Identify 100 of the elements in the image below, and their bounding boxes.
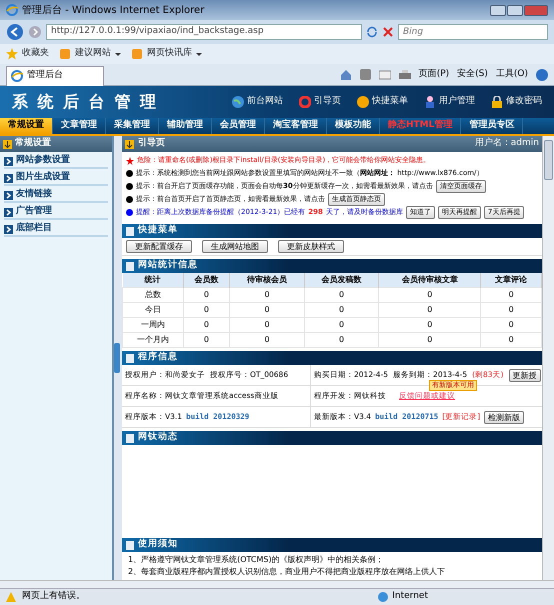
document-icon xyxy=(126,262,134,270)
table-cell: 0 xyxy=(304,302,379,318)
nav-tab[interactable]: 会员管理 xyxy=(212,118,265,134)
section-title: 网站统计信息 xyxy=(138,259,198,272)
header-link[interactable]: 修改密码 xyxy=(506,95,542,109)
nav-tab[interactable]: 淘宝客管理 xyxy=(265,118,327,134)
bullet-icon xyxy=(126,196,133,203)
check-version-button[interactable]: 检测新版 xyxy=(484,410,524,424)
sidebar-link[interactable]: 底部栏目 xyxy=(16,222,52,236)
mail-icon[interactable] xyxy=(378,68,391,80)
table-cell: 0 xyxy=(230,318,304,332)
forward-icon[interactable] xyxy=(28,25,42,39)
table-cell: 0 xyxy=(304,332,379,348)
scrollbar-thumb[interactable] xyxy=(544,140,553,180)
renew-button[interactable]: 更新授 xyxy=(508,368,540,382)
nav-tab[interactable]: 管理员专区 xyxy=(461,118,524,134)
sidebar-heading: 常规设置 xyxy=(15,137,51,150)
chevron-icon[interactable] xyxy=(4,208,13,216)
maximize-button[interactable] xyxy=(507,4,523,16)
back-icon[interactable] xyxy=(6,23,24,41)
document-icon xyxy=(126,354,134,362)
command-menu[interactable]: 安全(S) xyxy=(457,68,488,82)
quick-button[interactable]: 更新皮肤样式 xyxy=(278,240,344,253)
table-cell: 0 xyxy=(183,332,230,348)
table-cell: 0 xyxy=(230,302,304,318)
horizontal-scrollbar[interactable] xyxy=(0,580,554,588)
refresh-icon[interactable] xyxy=(366,26,378,38)
app-title: 系 统 后 台 管 理 xyxy=(12,92,158,112)
command-menu[interactable]: 页面(P) xyxy=(418,68,450,82)
sidebar-link[interactable]: 图片生成设置 xyxy=(16,171,70,185)
nav-tab[interactable]: 辅助管理 xyxy=(159,118,212,134)
window-title: 管理后台 - Windows Internet Explorer xyxy=(22,4,204,18)
stop-icon[interactable] xyxy=(382,26,394,38)
address-field[interactable]: http://127.0.0.1:99/vipaxiao/ind_backstage.asp xyxy=(46,24,362,40)
warning-icon xyxy=(6,592,16,602)
globe-icon xyxy=(232,96,244,108)
bullet-icon xyxy=(126,170,133,177)
bullet-icon xyxy=(126,209,133,216)
close-button[interactable] xyxy=(524,4,548,16)
table-cell: 总数 xyxy=(122,288,184,302)
nav-tab[interactable]: 文章管理 xyxy=(53,118,106,134)
table-cell: 0 xyxy=(183,302,230,318)
column-header: 待审核会员 xyxy=(230,273,304,288)
table-cell: 0 xyxy=(378,332,481,348)
favorites-link[interactable]: 收藏夹 xyxy=(22,47,49,61)
column-header: 文章评论 xyxy=(480,273,542,288)
feed-icon[interactable] xyxy=(360,69,371,80)
sidebar-link[interactable]: 广告管理 xyxy=(16,205,52,219)
header-link[interactable]: 前台网站 xyxy=(247,95,283,109)
nav-tab[interactable]: 采集管理 xyxy=(106,118,159,134)
quick-button[interactable]: 更新配置缓存 xyxy=(126,240,192,253)
section-title: 程序信息 xyxy=(138,351,178,364)
nav-tab[interactable]: 模板功能 xyxy=(327,118,380,134)
command-menu[interactable]: 工具(O) xyxy=(496,68,528,82)
home-icon[interactable] xyxy=(340,68,352,80)
table-cell: 0 xyxy=(480,332,542,348)
globe-icon xyxy=(378,592,388,602)
sidebar-link[interactable]: 网站参数设置 xyxy=(16,154,70,168)
notice-line: 2、每套商业版程序都内置授权人识别信息，商业用户不得把商业版程序放在网络上供人下 xyxy=(128,566,446,578)
minimize-button[interactable] xyxy=(490,4,506,16)
quick-button[interactable]: 生成网站地图 xyxy=(202,240,268,253)
page-icon xyxy=(131,48,143,60)
favorites-link[interactable]: 网页快讯库 xyxy=(147,47,192,61)
table-cell: 0 xyxy=(378,302,481,318)
status-message: 网页上有错误。 xyxy=(22,590,85,604)
table-cell: 0 xyxy=(378,318,481,332)
section-title: 使用须知 xyxy=(138,538,178,552)
favorites-link[interactable]: 建议网站 xyxy=(75,47,111,61)
header-link[interactable]: 引导页 xyxy=(314,95,341,109)
search-field[interactable]: Bing xyxy=(398,24,548,40)
star-icon xyxy=(6,48,18,60)
header-link[interactable]: 快捷菜单 xyxy=(372,95,408,109)
header-link[interactable]: 用户管理 xyxy=(439,95,475,109)
collapse-handle[interactable] xyxy=(114,343,120,373)
page-heading: 引导页 xyxy=(138,137,165,150)
chevron-icon[interactable] xyxy=(4,174,13,182)
nav-tab[interactable]: 常规设置 xyxy=(0,118,53,134)
bullet-icon xyxy=(126,183,133,190)
username-label: 用户名：admin xyxy=(474,137,539,150)
browser-tab[interactable]: 管理后台 xyxy=(6,66,104,86)
column-header: 统计 xyxy=(122,273,184,288)
help-icon[interactable] xyxy=(536,68,548,80)
notice-line: 1、严格遵守网钛文章管理系统(OTCMS)的《版权声明》中的相关条例； xyxy=(128,554,385,566)
table-cell: 一个月内 xyxy=(122,332,184,348)
ie-logo-icon xyxy=(11,70,23,82)
table-cell: 0 xyxy=(480,288,542,302)
column-header: 会员待审核文章 xyxy=(378,273,481,288)
caret-icon xyxy=(196,52,202,56)
chevron-icon[interactable] xyxy=(4,190,13,200)
table-cell: 0 xyxy=(304,288,379,302)
table-cell: 一周内 xyxy=(122,318,184,332)
document-icon xyxy=(126,434,134,442)
document-icon xyxy=(126,540,134,550)
chevron-icon[interactable] xyxy=(4,224,13,234)
sidebar-link[interactable]: 友情链接 xyxy=(16,188,52,202)
page-icon xyxy=(59,48,71,60)
star-icon xyxy=(126,156,134,164)
printer-icon[interactable] xyxy=(398,68,411,80)
caret-icon xyxy=(115,52,121,56)
chevron-icon[interactable] xyxy=(4,156,13,166)
